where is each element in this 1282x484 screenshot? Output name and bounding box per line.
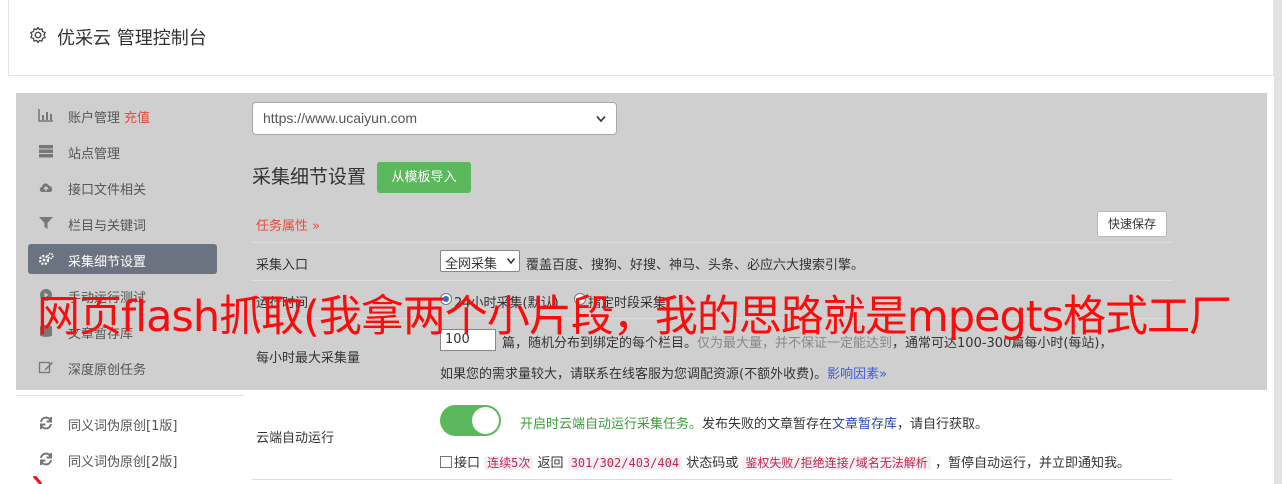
max-desc-line2: 如果您的需求量较大，请联系在线客服为您调配资源(不额外收费)。 xyxy=(440,367,828,382)
sidebar-item-synonym-v2[interactable]: 同义词伪原创[2版] xyxy=(28,444,217,474)
sidebar-item-interface-files[interactable]: 接口文件相关 xyxy=(28,172,217,202)
collect-entry-label: 采集入口 xyxy=(256,258,309,273)
notify-text-d: ，暂停自动运行，并立即通知我。 xyxy=(934,456,1130,471)
gear-icon xyxy=(30,26,46,44)
cogs-icon xyxy=(38,252,54,266)
collect-entry-select[interactable]: 全网采集 xyxy=(440,250,520,272)
sidebar-item-sites[interactable]: 站点管理 xyxy=(28,136,217,166)
scrollbar[interactable] xyxy=(1274,0,1282,484)
sidebar-item-synonym-v1[interactable]: 同义词伪原创[1版] xyxy=(28,408,217,438)
factors-link[interactable]: 影响因素» xyxy=(827,367,887,382)
max-per-hour-label: 每小时最大采集量 xyxy=(256,351,361,366)
cloud-desc-a: 发布失败的文章暂存在 xyxy=(702,417,833,432)
recharge-link[interactable]: 充值 xyxy=(124,111,150,126)
task-attributes-row: 任务属性 » 快速保存 xyxy=(252,203,1172,243)
sidebar-item-label: 同义词伪原创[1版] xyxy=(68,419,178,434)
site-url-select[interactable]: https://www.ucaiyun.com xyxy=(252,102,617,135)
collect-entry-row: 采集入口 全网采集 覆盖百度、搜狗、好搜、神马、头条、必应六大搜索引擎。 xyxy=(252,243,1172,281)
cloud-auto-run-row: 云端自动运行 开启时云端自动运行采集任务。发布失败的文章暂存在文章暂存库，请自行… xyxy=(252,390,1172,480)
sidebar-item-label: 同义词伪原创[2版] xyxy=(68,455,178,470)
sidebar-item-collect-settings[interactable]: 采集细节设置 xyxy=(28,244,217,274)
section-title: 采集细节设置 xyxy=(252,166,367,188)
edit-icon xyxy=(38,361,53,374)
collect-entry-description: 覆盖百度、搜狗、好搜、神马、头条、必应六大搜索引擎。 xyxy=(526,258,865,273)
overlay-caption: 网页flash抓取(我拿两个小片段，我的思路就是mpegts格式工厂 xyxy=(37,292,1232,342)
sidebar-item-label: 账户管理 xyxy=(68,111,121,126)
sidebar-item-columns-keywords[interactable]: 栏目与关键词 xyxy=(28,208,217,238)
consecutive-tag: 连续5次 xyxy=(484,456,534,470)
import-from-template-button[interactable]: 从模板导入 xyxy=(377,162,471,193)
notify-text-a: 接口 xyxy=(454,456,481,471)
cloud-desc-b: ，请自行获取。 xyxy=(897,417,989,432)
article-store-link[interactable]: 文章暂存库 xyxy=(832,417,897,432)
notify-checkbox[interactable] xyxy=(440,456,452,468)
cloud-upload-icon xyxy=(39,183,53,192)
status-codes-tag: 301/302/403/404 xyxy=(567,456,683,470)
cloud-auto-run-label: 云端自动运行 xyxy=(256,431,335,446)
sidebar-item-label: 栏目与关键词 xyxy=(68,219,147,234)
refresh-icon xyxy=(40,452,52,466)
toggle-knob xyxy=(472,407,499,434)
sidebar-item-account[interactable]: 账户管理 充值 xyxy=(28,100,217,130)
bar-chart-icon xyxy=(38,109,53,122)
task-attributes-toggle[interactable]: 任务属性 » xyxy=(256,215,320,234)
red-mark-icon xyxy=(32,476,43,484)
collect-entry-value: 全网采集 xyxy=(445,257,498,272)
sidebar-item-label: 采集细节设置 xyxy=(68,255,147,270)
errors-tag: 鉴权失败/拒绝连接/域名无法解析 xyxy=(742,456,931,470)
page-title: 优采云 管理控制台 xyxy=(57,28,207,49)
page-header: 优采云 管理控制台 xyxy=(8,0,1274,76)
filter-icon xyxy=(39,217,53,229)
sidebar-item-label: 接口文件相关 xyxy=(68,183,147,198)
cloud-auto-run-toggle[interactable] xyxy=(440,405,501,436)
notify-text-b: 返回 xyxy=(537,456,564,471)
sidebar-item-deep-original[interactable]: 深度原创任务 xyxy=(28,352,217,382)
chevron-down-icon xyxy=(596,115,606,123)
notify-text-c: 状态码或 xyxy=(686,456,739,471)
sidebar-item-label: 深度原创任务 xyxy=(68,363,147,378)
site-url-value: https://www.ucaiyun.com xyxy=(263,110,418,126)
cloud-desc-enabled: 开启时云端自动运行采集任务。 xyxy=(520,417,703,432)
sidebar-item-label: 站点管理 xyxy=(68,147,121,162)
quick-save-button[interactable]: 快速保存 xyxy=(1097,211,1167,237)
refresh-icon xyxy=(40,416,52,430)
server-icon xyxy=(39,145,53,158)
sidebar-divider xyxy=(16,395,244,396)
chevron-down-icon xyxy=(507,258,515,264)
